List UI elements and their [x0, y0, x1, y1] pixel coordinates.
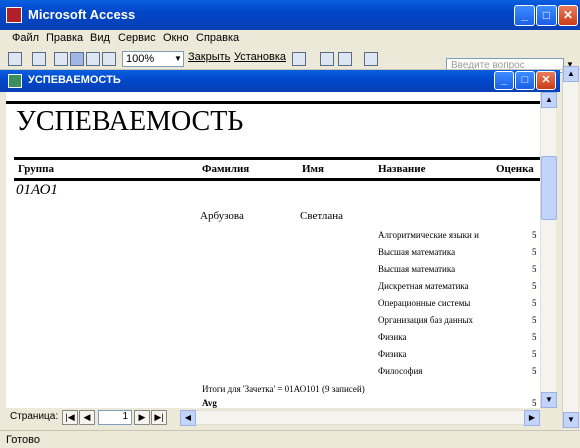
menu-help[interactable]: Справка — [196, 32, 239, 44]
header-bottom-rule — [14, 178, 540, 181]
avg-label: Avg — [202, 398, 217, 408]
group-value: 01АО1 — [16, 182, 58, 198]
scroll-down-icon[interactable]: ▼ — [541, 392, 557, 408]
maximize-button[interactable]: □ — [536, 5, 557, 26]
app-titlebar: Microsoft Access _ □ ✕ — [0, 0, 580, 30]
course-name: Операционные системы — [378, 298, 471, 308]
page-setup-button[interactable]: Установка — [234, 51, 286, 67]
course-name: Высшая математика — [378, 247, 456, 257]
course-grade: 5 — [532, 366, 537, 376]
course-grade: 5 — [532, 349, 537, 359]
column-group: Группа — [18, 163, 54, 175]
first-page-icon[interactable]: |◀ — [62, 410, 78, 425]
course-grade: 5 — [532, 298, 537, 308]
report-close-button[interactable]: ✕ — [536, 71, 556, 90]
report-maximize-button[interactable]: □ — [515, 71, 535, 90]
course-grade: 5 — [532, 264, 537, 274]
database-window-icon[interactable] — [320, 52, 334, 66]
scroll-left-icon[interactable]: ◀ — [180, 410, 196, 426]
zoom-icon[interactable] — [54, 52, 68, 66]
scroll-up-icon[interactable]: ▲ — [541, 92, 557, 108]
app-scroll-down-icon[interactable]: ▼ — [563, 412, 579, 428]
report-title: УСПЕВАЕМОСТЬ — [16, 106, 244, 137]
horizontal-scrollbar[interactable]: ◀ ▶ — [180, 410, 540, 426]
one-page-icon[interactable] — [70, 52, 84, 66]
course-grade: 5 — [532, 230, 537, 240]
page-navigation-bar: Страница: |◀ ◀ 1 ▶ ▶| ◀ ▶ — [0, 408, 560, 426]
report-window-titlebar: УСПЕВАЕМОСТЬ _ □ ✕ — [0, 70, 560, 92]
report-window-title: УСПЕВАЕМОСТЬ — [28, 74, 121, 86]
new-object-icon[interactable] — [338, 52, 352, 66]
print-preview-toolbar: 100% ▼ Закрыть Установка — [0, 48, 580, 70]
app-scroll-up-icon[interactable]: ▲ — [563, 66, 579, 82]
zoom-dropdown-icon[interactable]: ▼ — [174, 54, 182, 70]
course-name: Организация баз данных — [378, 315, 474, 325]
page-number-input[interactable]: 1 — [98, 410, 132, 425]
course-name: Философия — [378, 366, 423, 376]
report-icon — [8, 74, 22, 88]
menu-view[interactable]: Вид — [90, 32, 110, 44]
two-pages-icon[interactable] — [86, 52, 100, 66]
report-vertical-scrollbar[interactable]: ▲ ▼ — [540, 92, 557, 408]
scroll-thumb[interactable] — [541, 156, 557, 220]
access-app-icon — [6, 7, 22, 23]
close-button[interactable]: ✕ — [558, 5, 578, 26]
prev-page-icon[interactable]: ◀ — [79, 410, 95, 425]
app-vertical-scrollbar[interactable]: ▲ ▼ — [562, 66, 579, 428]
course-name: Алгоритмические языки и — [378, 230, 479, 240]
help-icon[interactable] — [364, 52, 378, 66]
report-page: УСПЕВАЕМОСТЬ Группа Фамилия Имя Название… — [6, 92, 540, 408]
summary-text: Итоги для 'Зачетка' = 01АО101 (9 записей… — [202, 384, 365, 394]
menu-window[interactable]: Окно — [163, 32, 189, 44]
course-name: Физика — [378, 349, 407, 359]
scroll-right-icon[interactable]: ▶ — [524, 410, 540, 426]
column-name: Имя — [302, 163, 324, 175]
column-surname: Фамилия — [202, 163, 250, 175]
course-name: Физика — [378, 332, 407, 342]
column-course: Название — [378, 163, 426, 175]
page-label: Страница: — [10, 411, 59, 422]
multiple-pages-icon[interactable] — [102, 52, 116, 66]
student-name: Светлана — [300, 210, 344, 222]
status-bar: Готово — [0, 430, 580, 448]
avg-value: 5 — [532, 398, 537, 408]
menu-edit[interactable]: Правка — [46, 32, 83, 44]
course-grade: 5 — [532, 332, 537, 342]
status-text: Готово — [6, 434, 40, 446]
column-grade: Оценка — [496, 163, 534, 175]
export-word-icon[interactable] — [292, 52, 306, 66]
last-page-icon[interactable]: ▶| — [151, 410, 167, 425]
report-minimize-button[interactable]: _ — [494, 71, 514, 90]
menu-file[interactable]: Файл — [12, 32, 39, 44]
close-preview-button[interactable]: Закрыть — [188, 51, 230, 67]
course-grade: 5 — [532, 281, 537, 291]
menu-bar: Файл Правка Вид Сервис Окно Справка Введ… — [0, 30, 580, 73]
title-top-rule — [6, 101, 540, 104]
print-icon[interactable] — [32, 52, 46, 66]
design-view-icon[interactable] — [8, 52, 22, 66]
header-top-rule — [14, 157, 540, 160]
next-page-icon[interactable]: ▶ — [134, 410, 150, 425]
course-name: Дискретная математика — [378, 281, 469, 291]
course-grade: 5 — [532, 315, 537, 325]
student-surname: Арбузова — [200, 210, 244, 222]
minimize-button[interactable]: _ — [514, 5, 535, 26]
app-title: Microsoft Access — [28, 7, 136, 22]
course-name: Высшая математика — [378, 264, 456, 274]
menu-tools[interactable]: Сервис — [118, 32, 156, 44]
course-grade: 5 — [532, 247, 537, 257]
